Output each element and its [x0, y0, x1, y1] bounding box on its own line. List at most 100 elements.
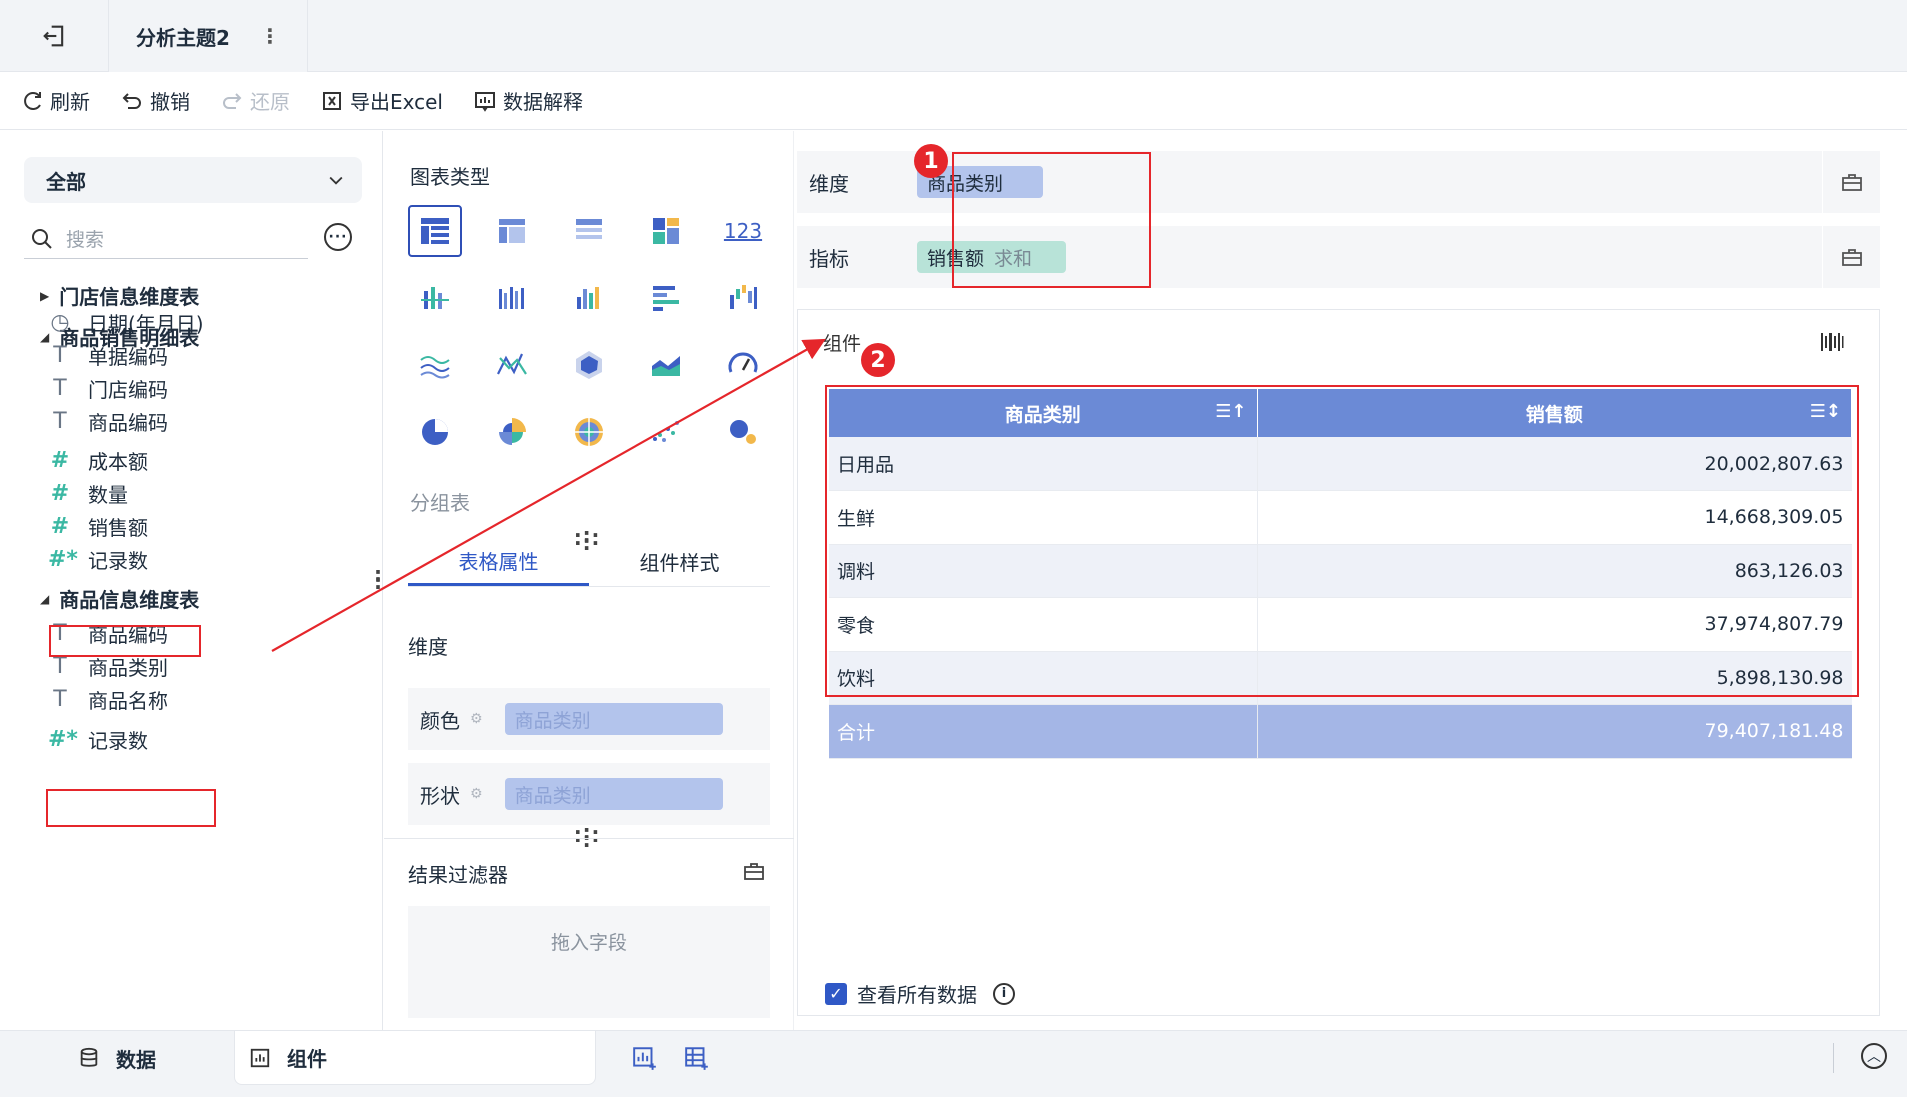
number-card-chart-icon[interactable]: 123 [716, 205, 770, 257]
chart-type-grid: 123 [408, 205, 793, 473]
field-label: 商品编码 [88, 411, 168, 435]
gauge-chart-icon[interactable] [716, 339, 770, 391]
clock-icon: ◷ [50, 310, 70, 335]
divider [1833, 1043, 1834, 1073]
field-label: 门店编码 [88, 378, 168, 402]
field-label: 商品名称 [88, 689, 168, 713]
barcode-icon[interactable] [1819, 329, 1845, 355]
bubble-chart-icon[interactable] [716, 406, 770, 458]
component-label: 组件 [823, 333, 862, 355]
more-options-icon[interactable]: ··· [324, 223, 352, 251]
add-table-icon[interactable] [684, 1045, 710, 1071]
group-label: 门店信息维度表 [59, 285, 200, 309]
search-icon [32, 228, 52, 249]
tab-table-properties[interactable]: 表格属性 [408, 537, 589, 586]
view-all-checkbox[interactable]: ✓ [825, 982, 847, 1005]
waterfall-chart-icon[interactable] [716, 272, 770, 324]
field-doc-code[interactable]: T 单据编码 [48, 341, 168, 370]
number-type-icon: # [50, 481, 70, 506]
view-all-data-row: ✓ 查看所有数据 i [825, 979, 1015, 1008]
top-bar: 分析主题2 ⋮ [0, 0, 1907, 72]
highlight-box-table [825, 385, 1859, 697]
field-date[interactable]: ◷ 日期(年月日) [48, 308, 203, 337]
excel-icon [323, 91, 341, 110]
canvas-panel: 维度 商品类别 指标 销售额 求和 组件 商品类别 ☰↑ 销售额 ☰↕ 日用品 … [795, 131, 1907, 1030]
detail-table-chart-icon[interactable] [562, 205, 616, 257]
chart-type-title: 图表类型 [410, 165, 490, 189]
export-excel-button[interactable]: 导出Excel [320, 86, 443, 115]
field-product-name[interactable]: T 商品名称 [48, 685, 168, 714]
measure-shelf-action[interactable] [1822, 226, 1880, 288]
dimension-shelf-action[interactable] [1822, 151, 1880, 213]
explain-chart-icon [474, 91, 495, 112]
data-explain-button[interactable]: 数据解释 [473, 86, 583, 115]
column-chart-icon[interactable] [562, 272, 616, 324]
text-type-icon: T [53, 687, 67, 712]
grouped-bar-chart-icon[interactable] [485, 272, 539, 324]
add-chart-icon[interactable] [632, 1045, 658, 1071]
exit-icon[interactable] [40, 22, 68, 50]
scope-dropdown[interactable]: 全部 [24, 157, 362, 203]
shape-label: 形状 [420, 783, 460, 808]
field-label: 单据编码 [88, 345, 168, 369]
field-sales-amount[interactable]: # 销售额 [48, 512, 148, 541]
filter-drop-area[interactable]: 拖入字段 [408, 906, 770, 1018]
redo-button[interactable]: 还原 [220, 86, 290, 115]
tab-title: 分析主题2 [136, 25, 230, 50]
dimension-section-label: 维度 [408, 635, 448, 659]
toolbox-icon[interactable] [742, 859, 766, 883]
field-product-code[interactable]: T 商品编码 [48, 407, 168, 436]
field-quantity[interactable]: # 数量 [48, 479, 128, 508]
caret-right-icon: ▶ [40, 288, 50, 303]
sunburst-chart-icon[interactable] [562, 406, 616, 458]
field-cost[interactable]: # 成本额 [48, 446, 148, 475]
search-input[interactable]: 搜索 [24, 219, 308, 259]
field-record-count[interactable]: #* 记录数 [48, 545, 148, 574]
tab-analysis-topic[interactable]: 分析主题2 ⋮ [108, 0, 308, 72]
data-tab[interactable]: 数据 [78, 1031, 232, 1085]
pie-chart-icon[interactable] [408, 406, 462, 458]
line-chart-icon[interactable] [485, 339, 539, 391]
color-label: 颜色 [420, 708, 460, 733]
result-filter-title: 结果过滤器 [408, 863, 508, 887]
horizontal-bar-chart-icon[interactable] [639, 272, 693, 324]
field-record-count-2[interactable]: #* 记录数 [48, 725, 148, 754]
settings-icon[interactable]: ⚙ [470, 786, 483, 802]
component-tab[interactable]: 组件 [234, 1031, 596, 1085]
grouped-table-chart-icon[interactable] [408, 205, 462, 257]
number-type-icon: # [50, 448, 70, 473]
cross-table-chart-icon[interactable] [485, 205, 539, 257]
tab-more-icon[interactable]: ⋮ [260, 24, 280, 48]
caret-down-icon: ◢ [40, 591, 50, 606]
refresh-button[interactable]: 刷新 [20, 86, 90, 115]
toolbox-icon [1841, 249, 1862, 266]
field-store-code[interactable]: T 门店编码 [48, 374, 168, 403]
panel-resize-handle-icon[interactable]: :: [374, 564, 383, 592]
annotation-badge-1: 1 [914, 144, 948, 178]
rose-chart-icon[interactable] [485, 406, 539, 458]
component-tab-label: 组件 [287, 1047, 327, 1071]
redo-icon [223, 92, 242, 109]
group-store-dim[interactable]: ▶ 门店信息维度表 [40, 281, 199, 310]
database-icon [80, 1047, 98, 1067]
scatter-chart-icon[interactable] [639, 406, 693, 458]
kpi-grid-chart-icon[interactable] [639, 205, 693, 257]
field-label: 记录数 [88, 549, 148, 573]
group-product-dim[interactable]: ◢ 商品信息维度表 [40, 584, 199, 613]
highlight-box-category [46, 789, 216, 827]
area-chart-icon[interactable] [639, 339, 693, 391]
chart-config-panel: 图表类型 123 分组表 ·:· ·:· 表格属性 组件样式 维度 颜色 ⚙ 商… [384, 131, 794, 1030]
tab-component-style[interactable]: 组件样式 [589, 537, 770, 586]
info-icon[interactable]: i [993, 982, 1015, 1005]
shape-field-pill[interactable]: 商品类别 [504, 778, 723, 810]
chart-icon [250, 1048, 270, 1067]
undo-button[interactable]: 撤销 [120, 86, 190, 115]
wave-line-chart-icon[interactable] [408, 339, 462, 391]
radar-chart-icon[interactable] [562, 339, 616, 391]
color-field-pill[interactable]: 商品类别 [504, 703, 723, 735]
collapse-icon[interactable]: ︿ [1861, 1043, 1887, 1069]
resize-handle-icon[interactable]: ·:· ·:· [574, 822, 600, 850]
stacked-bar-chart-icon[interactable] [408, 272, 462, 324]
cell-total-label: 合计 [829, 704, 1258, 759]
settings-icon[interactable]: ⚙ [470, 711, 483, 727]
